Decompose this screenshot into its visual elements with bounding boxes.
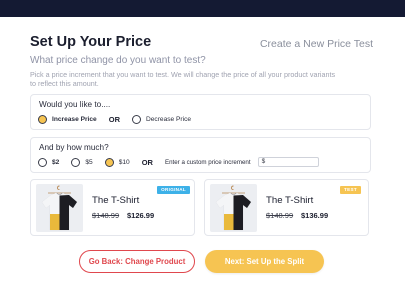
custom-increment-label: Enter a custom price increment	[164, 158, 251, 166]
tshirt-image	[210, 184, 257, 232]
price-direction-options: Increase Price OR Decrease Price	[38, 113, 191, 125]
page-subtitle: What price change do you want to test?	[30, 55, 206, 66]
or-separator: OR	[141, 157, 153, 167]
custom-increment-input[interactable]: $	[257, 157, 319, 167]
amount-5-radio[interactable]	[71, 157, 81, 167]
price-direction-card: Would you like to.... Increase Price OR …	[30, 94, 371, 130]
decrease-price-radio[interactable]	[131, 114, 141, 124]
test-product-card: TEST The T-Shirt $148.99 $136.99	[204, 179, 369, 236]
page-description: Pick a price increment that you want to …	[30, 70, 336, 88]
original-product-card: ORIGINAL The T-Shirt $148.99 $126.99	[30, 179, 195, 236]
go-back-change-product-button[interactable]: Go Back: Change Product	[79, 250, 195, 273]
original-badge: ORIGINAL	[157, 186, 190, 194]
decrease-price-label: Decrease Price	[145, 115, 192, 123]
product-name: The T-Shirt	[266, 195, 314, 206]
price-amount-question: And by how much?	[39, 143, 109, 152]
price-direction-question: Would you like to....	[39, 100, 111, 109]
product-new-price: $126.99	[127, 211, 155, 220]
amount-2-radio[interactable]	[38, 157, 47, 167]
next-set-up-split-button[interactable]: Next: Set Up the Split	[205, 250, 324, 273]
product-old-price: $148.99	[266, 211, 294, 220]
test-badge: TEST	[340, 186, 361, 194]
or-separator: OR	[108, 114, 120, 124]
amount-2-label: $2	[52, 158, 60, 166]
increase-price-radio[interactable]	[38, 114, 47, 124]
product-name: The T-Shirt	[92, 195, 140, 206]
create-new-price-test-link[interactable]: Create a New Price Test	[260, 38, 373, 50]
amount-10-radio[interactable]	[104, 157, 114, 167]
top-bar	[0, 0, 405, 17]
increase-price-label: Increase Price	[52, 115, 97, 123]
price-amount-card: And by how much? $2 $5 $10 OR Enter a cu…	[30, 137, 371, 173]
product-old-price: $148.99	[92, 211, 120, 220]
page-title: Set Up Your Price	[30, 34, 152, 50]
amount-5-label: $5	[85, 158, 93, 166]
amount-10-label: $10	[118, 158, 130, 166]
product-new-price: $136.99	[301, 211, 329, 220]
tshirt-image	[36, 184, 83, 232]
price-amount-options: $2 $5 $10 OR Enter a custom price increm…	[38, 156, 319, 168]
